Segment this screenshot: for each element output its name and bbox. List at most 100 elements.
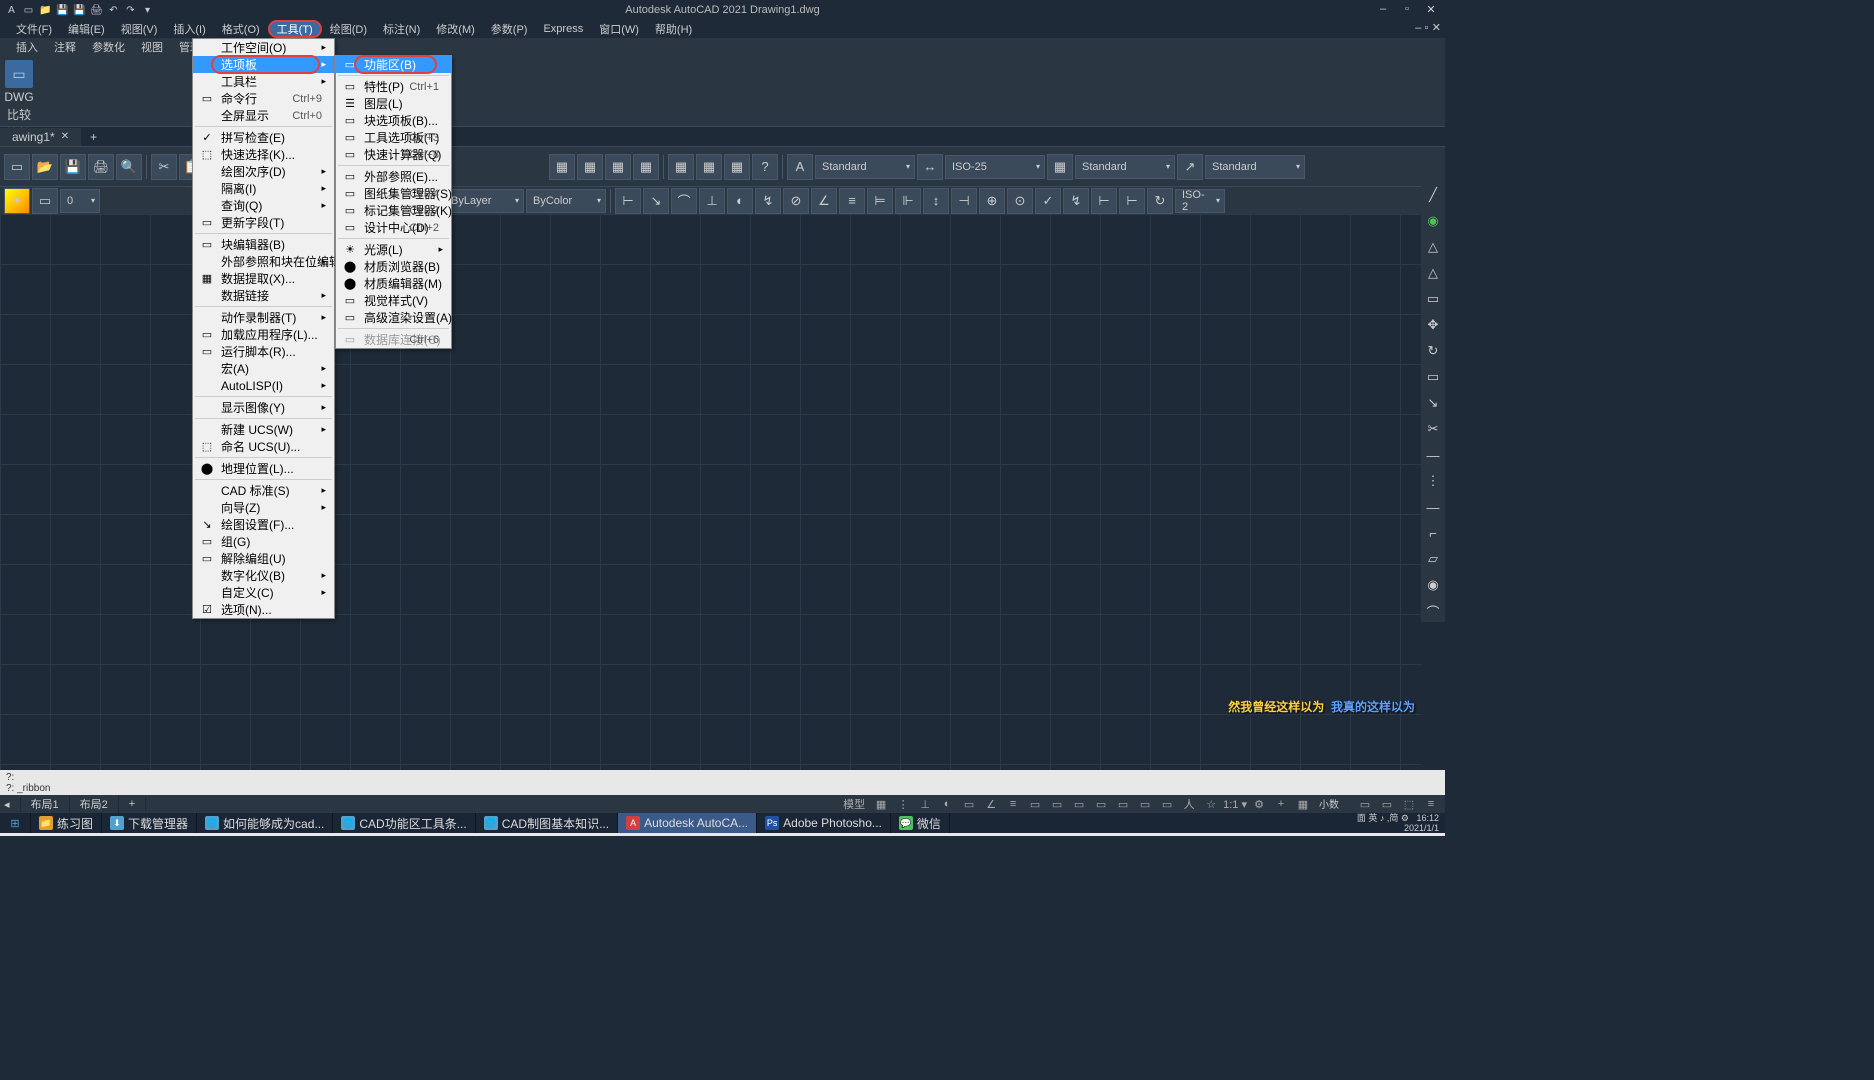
menu-item[interactable]: 查询(Q)▸ (193, 197, 334, 214)
color-dropdown[interactable]: ByColor (526, 189, 606, 213)
new-tab-button[interactable]: + (82, 128, 105, 146)
menu-工具(T)[interactable]: 工具(T) (268, 20, 322, 38)
qat-dropdown-icon[interactable]: ▾ (140, 3, 155, 18)
center-mark-icon[interactable]: ⊙ (1007, 188, 1033, 214)
menu-item[interactable]: ▭块编辑器(B) (193, 236, 334, 253)
doc-minimize-button[interactable]: – (1415, 22, 1421, 34)
menu-item[interactable]: 绘图次序(D)▸ (193, 163, 334, 180)
customize-icon[interactable]: ≡ (1421, 796, 1441, 812)
menu-item[interactable]: 选项板▸ (193, 56, 334, 73)
qat-open-icon[interactable]: 📁 (38, 3, 53, 18)
close-tab-icon[interactable]: ✕ (61, 131, 69, 142)
am-icon[interactable]: ▭ (1091, 796, 1111, 812)
scale-icon[interactable]: ▭ (1423, 366, 1443, 388)
dim-angular-icon[interactable]: ∠ (811, 188, 837, 214)
system-tray[interactable]: 面 英 ♪ ,简 ⚙ 16:122021/1/1 (1357, 814, 1439, 833)
qat-save-icon[interactable]: 💾 (55, 3, 70, 18)
dim-radius-icon[interactable]: ◐ (727, 188, 753, 214)
menu-item[interactable]: ☀光源(L)▸ (336, 241, 451, 258)
menu-item[interactable]: ▭视觉样式(V) (336, 292, 451, 309)
line-icon[interactable]: ╱ (1423, 184, 1443, 206)
dim-baseline-icon[interactable]: ⊨ (867, 188, 893, 214)
dim-space-icon[interactable]: ↕ (923, 188, 949, 214)
help-icon[interactable]: ? (752, 154, 778, 180)
qat-undo-icon[interactable]: ↶ (106, 3, 121, 18)
menu-item[interactable]: 宏(A)▸ (193, 360, 334, 377)
lwt-icon[interactable]: ≡ (1003, 796, 1023, 812)
dim-iso-dropdown[interactable]: ISO-2 (1175, 189, 1225, 213)
menu-item[interactable]: 工作空间(O)▸ (193, 39, 334, 56)
menu-item[interactable]: ▭解除编组(U) (193, 550, 334, 567)
fillet-icon[interactable]: ⌐ (1423, 522, 1443, 544)
rect-icon[interactable]: ▭ (1423, 288, 1443, 310)
menu-item[interactable]: ▭高级渲染设置(A) (336, 309, 451, 326)
doc-maximize-button[interactable]: ▫ (1425, 22, 1429, 34)
start-button[interactable]: ⊞ (0, 813, 31, 833)
dim-update-icon[interactable]: ↻ (1147, 188, 1173, 214)
menu-item[interactable]: 向导(Z)▸ (193, 499, 334, 516)
otrack-icon[interactable]: ∠ (981, 796, 1001, 812)
menu-标注(N)[interactable]: 标注(N) (375, 20, 428, 38)
menu-格式(O)[interactable]: 格式(O) (214, 20, 268, 38)
menu-item[interactable]: ▭更新字段(T) (193, 214, 334, 231)
qp-icon[interactable]: ▭ (1047, 796, 1067, 812)
qat-app-icon[interactable]: A (4, 3, 19, 18)
units-dropdown[interactable]: 小数 (1315, 796, 1353, 812)
menu-item[interactable]: 显示图像(Y)▸ (193, 399, 334, 416)
menu-item[interactable]: ▭设计中心(D)Ctrl+2 (336, 219, 451, 236)
taskbar-item[interactable]: PsAdobe Photosho... (757, 813, 891, 833)
menu-item[interactable]: ▭功能区(B) (336, 56, 451, 73)
new-icon[interactable]: ▭ (4, 154, 30, 180)
menu-item[interactable]: ▭命令行Ctrl+9 (193, 90, 334, 107)
status-icon[interactable]: ▭ (1113, 796, 1133, 812)
mleader-icon[interactable]: ↗ (1177, 154, 1203, 180)
trim-icon[interactable]: ✂ (1423, 418, 1443, 440)
preview-icon[interactable]: 🔍 (116, 154, 142, 180)
menu-窗口(W)[interactable]: 窗口(W) (591, 20, 647, 38)
text-style-dropdown[interactable]: Standard (815, 155, 915, 179)
taskbar-item[interactable]: 🌐CAD功能区工具条... (333, 813, 475, 833)
status-icon[interactable]: ▭ (1355, 796, 1375, 812)
chamfer-icon[interactable]: ▱ (1423, 548, 1443, 570)
taskbar-item[interactable]: AAutodesk AutoCA... (618, 813, 757, 833)
taskbar-item[interactable]: 💬微信 (891, 813, 950, 833)
menu-Express[interactable]: Express (535, 20, 591, 38)
dim-aligned-icon[interactable]: ↘ (643, 188, 669, 214)
status-icon[interactable]: + (1271, 796, 1291, 812)
sun-icon[interactable]: ☀ (4, 188, 30, 214)
menu-item[interactable]: 数据链接▸ (193, 287, 334, 304)
open-icon[interactable]: 📂 (32, 154, 58, 180)
menu-item[interactable]: ✓拼写检查(E) (193, 129, 334, 146)
mleader-style-dropdown[interactable]: Standard (1205, 155, 1305, 179)
polar-icon[interactable]: ◐ (937, 796, 957, 812)
tb-icon[interactable]: ▦ (605, 154, 631, 180)
menu-插入(I)[interactable]: 插入(I) (165, 20, 213, 38)
layout-expand-icon[interactable]: ◂ (0, 797, 21, 812)
unknown-icon[interactable]: ⌒ (1423, 600, 1443, 622)
menu-item[interactable]: ☑选项(N)... (193, 601, 334, 618)
table-style-dropdown[interactable]: Standard (1075, 155, 1175, 179)
qat-plot-icon[interactable]: 🖨 (89, 3, 104, 18)
status-icon[interactable]: ▦ (1293, 796, 1313, 812)
menu-item[interactable]: 隔离(I)▸ (193, 180, 334, 197)
menu-视图(V)[interactable]: 视图(V) (113, 20, 166, 38)
save-icon[interactable]: 💾 (60, 154, 86, 180)
status-icon[interactable]: ▭ (1377, 796, 1397, 812)
menu-item[interactable]: ▭外部参照(E)... (336, 168, 451, 185)
dim-edit-icon[interactable]: ⊢ (1091, 188, 1117, 214)
tb-icon[interactable]: ▦ (696, 154, 722, 180)
qat-saveas-icon[interactable]: 💾 (72, 3, 87, 18)
ribbon-tab-视图[interactable]: 视图 (133, 38, 171, 56)
menu-item[interactable]: ▭加载应用程序(L)... (193, 326, 334, 343)
layout-tab[interactable]: 布局1 (21, 795, 70, 813)
tb-icon[interactable]: ▦ (633, 154, 659, 180)
menu-item[interactable]: 全屏显示Ctrl+0 (193, 107, 334, 124)
ribbon-tab-参数化[interactable]: 参数化 (84, 38, 133, 56)
command-line[interactable]: ?: ?: _ribbon (0, 770, 1445, 795)
menu-参数(P)[interactable]: 参数(P) (483, 20, 536, 38)
qat-new-icon[interactable]: ▭ (21, 3, 36, 18)
menu-item[interactable]: ▭块选项板(B)... (336, 112, 451, 129)
taskbar-item[interactable]: 📁练习图 (31, 813, 102, 833)
menu-item[interactable]: ▭运行脚本(R)... (193, 343, 334, 360)
menu-item[interactable]: ▭工具选项板(T)Ctrl+3 (336, 129, 451, 146)
